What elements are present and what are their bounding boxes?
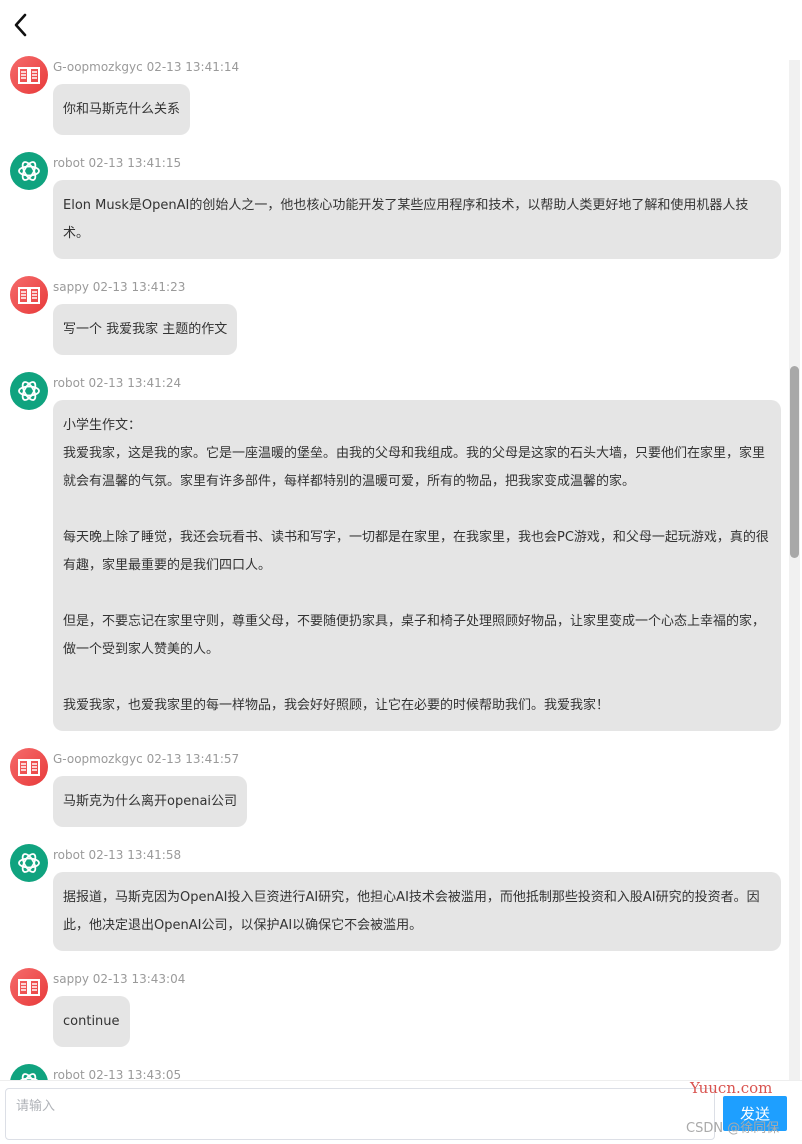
message-time: 02-13 13:41:23 [92, 280, 186, 294]
user-avatar [10, 56, 48, 94]
message-text: 写一个 我爱我家 主题的作文 [63, 322, 228, 337]
message-time: 02-13 13:41:24 [88, 376, 182, 390]
robot-avatar [10, 844, 48, 882]
message-meta: sappy 02-13 13:41:23 [53, 280, 185, 294]
message-text: 马斯克为什么离开openai公司 [63, 794, 238, 809]
openai-icon [18, 381, 40, 401]
sender-name: robot [53, 156, 85, 170]
message-text: 我爱我家，也爱我家里的每一样物品，我会好好照顾，让它在必要的时候帮助我们。我爱我… [63, 698, 610, 713]
message-meta: robot 02-13 13:43:05 [53, 1068, 181, 1080]
message-text: 据报道，马斯克因为OpenAI投入巨资进行AI研究，他担心AI技术会被滥用，而他… [63, 890, 760, 933]
scrollbar-thumb[interactable] [790, 366, 799, 558]
user-avatar [10, 968, 48, 1006]
message-bubble: continue [53, 996, 130, 1047]
message-time: 02-13 13:41:14 [146, 60, 240, 74]
chat-scrollbar[interactable] [789, 60, 800, 1080]
message-text: 小学生作文： [63, 418, 142, 433]
message-bubble: 据报道，马斯克因为OpenAI投入巨资进行AI研究，他担心AI技术会被滥用，而他… [53, 872, 781, 951]
sender-name: robot [53, 376, 85, 390]
site-watermark: Yuucn.com [690, 1079, 773, 1097]
message-time: 02-13 13:43:05 [88, 1068, 182, 1080]
openai-icon [19, 1073, 39, 1080]
message-bubble: 小学生作文： 我爱我家，这是我的家。它是一座温暖的堡垒。由我的父母和我组成。我的… [53, 400, 781, 731]
message-bubble: Elon Musk是OpenAI的创始人之一，他也核心功能开发了某些应用程序和技… [53, 180, 781, 259]
message-time: 02-13 13:43:04 [92, 972, 186, 986]
message-text: 但是，不要忘记在家里守则，尊重父母，不要随便扔家具，桌子和椅子处理照顾好物品，让… [63, 614, 766, 657]
top-bar [0, 0, 802, 50]
book-icon [18, 979, 40, 996]
message-time: 02-13 13:41:15 [88, 156, 182, 170]
message-text: 你和马斯克什么关系 [63, 102, 181, 117]
message-meta: robot 02-13 13:41:24 [53, 376, 181, 390]
chevron-left-icon [14, 13, 27, 37]
message-text: continue [63, 1014, 120, 1029]
back-button[interactable] [8, 10, 34, 40]
sender-name: G-oopmozkgyc [53, 60, 143, 74]
robot-avatar [10, 152, 48, 190]
book-icon [18, 287, 40, 304]
robot-avatar [10, 372, 48, 410]
message-input[interactable] [5, 1088, 715, 1140]
sender-name: sappy [53, 280, 89, 294]
chat-messages[interactable]: G-oopmozkgyc 02-13 13:41:14 你和马斯克什么关系 ro… [0, 50, 790, 1080]
message-meta: robot 02-13 13:41:15 [53, 156, 181, 170]
openai-icon [18, 161, 40, 181]
csdn-watermark: CSDN @徐同保 [686, 1121, 780, 1136]
message-time: 02-13 13:41:57 [146, 752, 240, 766]
message-meta: sappy 02-13 13:43:04 [53, 972, 185, 986]
robot-avatar [10, 1064, 48, 1080]
sender-name: robot [53, 848, 85, 862]
message-meta: robot 02-13 13:41:58 [53, 848, 181, 862]
sender-name: sappy [53, 972, 89, 986]
message-text: 我爱我家，这是我的家。它是一座温暖的堡垒。由我的父母和我组成。我的父母是这家的石… [63, 446, 766, 489]
message-text: Elon Musk是OpenAI的创始人之一，他也核心功能开发了某些应用程序和技… [63, 198, 749, 241]
message-time: 02-13 13:41:58 [88, 848, 182, 862]
input-bar: 发送 [0, 1080, 802, 1144]
user-avatar [10, 276, 48, 314]
book-icon [18, 67, 40, 84]
message-text: 每天晚上除了睡觉，我还会玩看书、读书和写字，一切都是在家里，在我家里，我也会PC… [63, 530, 769, 573]
message-bubble: 马斯克为什么离开openai公司 [53, 776, 248, 827]
sender-name: G-oopmozkgyc [53, 752, 143, 766]
book-icon [18, 759, 40, 776]
message-meta: G-oopmozkgyc 02-13 13:41:14 [53, 60, 239, 74]
openai-icon [18, 853, 40, 873]
sender-name: robot [53, 1068, 85, 1080]
message-bubble: 你和马斯克什么关系 [53, 84, 191, 135]
message-bubble: 写一个 我爱我家 主题的作文 [53, 304, 238, 355]
message-meta: G-oopmozkgyc 02-13 13:41:57 [53, 752, 239, 766]
user-avatar [10, 748, 48, 786]
